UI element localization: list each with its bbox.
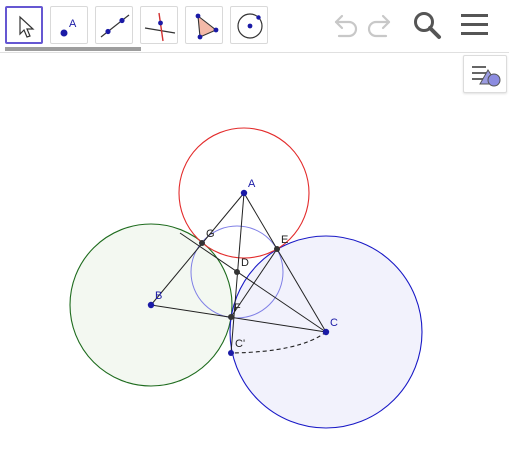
circle-with-center-icon [237, 13, 263, 39]
circle-tool-button[interactable] [230, 6, 268, 44]
point-c-prime-label: C' [235, 338, 245, 350]
hamburger-menu-icon [461, 14, 488, 35]
line-through-two-points-icon [100, 14, 130, 38]
toolbar: A [0, 0, 509, 53]
point-icon: A [60, 18, 77, 37]
search-button[interactable] [410, 8, 444, 42]
tool-group-underline [5, 47, 141, 51]
point-f-label: F [234, 302, 241, 314]
point-g[interactable]: G [199, 228, 215, 246]
point-b-label: B [155, 290, 162, 302]
point-a-label: A [248, 178, 256, 190]
point-a[interactable]: A [240, 178, 256, 197]
point-tool-button[interactable]: A [50, 6, 88, 44]
point-c-label: C [330, 317, 338, 329]
polygon-icon [195, 13, 219, 40]
redo-button[interactable] [364, 8, 398, 42]
point-d-label: D [241, 257, 249, 269]
redo-icon [367, 14, 391, 38]
point-d[interactable]: D [234, 257, 249, 275]
undo-icon [334, 14, 358, 38]
point-g-label: G [206, 228, 215, 240]
perpendicular-tool-button[interactable] [140, 6, 178, 44]
point-tool-label: A [69, 18, 77, 30]
move-tool-button[interactable] [5, 6, 43, 44]
menu-button[interactable] [458, 8, 492, 42]
line-tool-button[interactable] [95, 6, 133, 44]
perpendicular-line-icon [144, 12, 176, 42]
polygon-tool-button[interactable] [185, 6, 223, 44]
arrow-cursor-icon [19, 15, 35, 38]
undo-button[interactable] [327, 8, 361, 42]
point-e-label: E [281, 234, 288, 246]
search-icon [414, 12, 441, 39]
graphics-view[interactable]: A B C D E F G C' [0, 52, 509, 465]
